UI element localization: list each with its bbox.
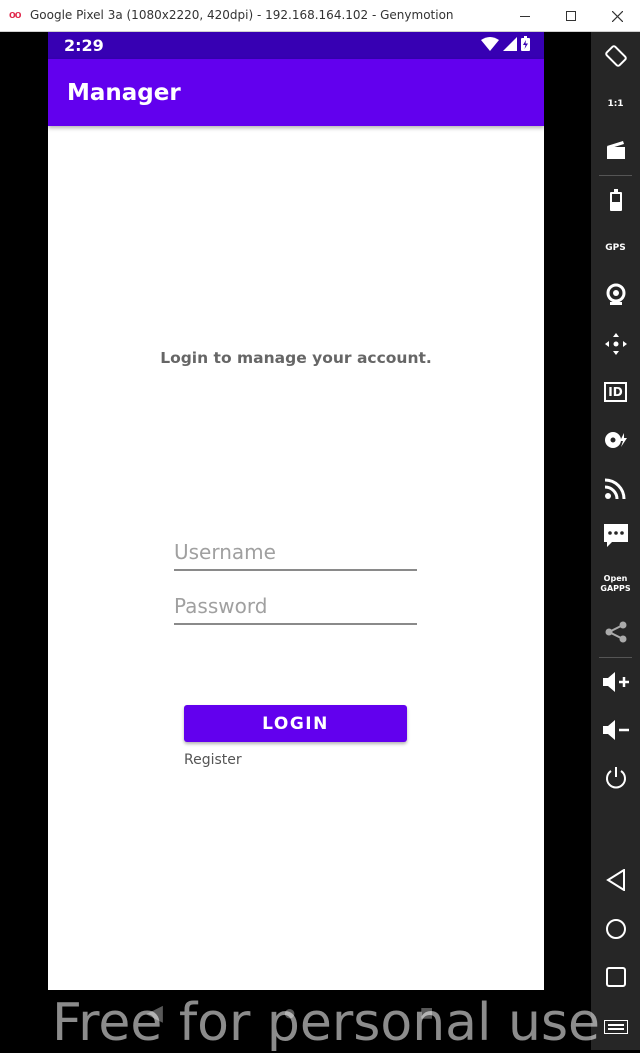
- menu-icon: [603, 1020, 628, 1034]
- status-time: 2:29: [64, 36, 104, 55]
- back-button[interactable]: [591, 860, 640, 900]
- minimize-icon: [520, 15, 530, 17]
- open-gapps-button[interactable]: Open GAPPS: [591, 564, 640, 604]
- pixel-perfect-icon: 1:1: [607, 99, 624, 109]
- toolbar-divider: [599, 657, 632, 658]
- register-link[interactable]: Register: [184, 752, 242, 768]
- cell-signal-icon: [503, 36, 517, 51]
- toolbar-divider: [599, 175, 632, 176]
- device-screen: 2:29 Manager Login to manage your accoun…: [48, 32, 544, 990]
- login-subtitle: Login to manage your account.: [160, 349, 432, 367]
- username-input[interactable]: [174, 535, 417, 569]
- password-input[interactable]: [174, 589, 417, 623]
- status-icons: [481, 36, 530, 51]
- capture-button[interactable]: [591, 130, 640, 170]
- disk-io-button[interactable]: [591, 420, 640, 460]
- volume-down-button[interactable]: [591, 710, 640, 750]
- volume-down-icon: [602, 720, 629, 740]
- sms-icon: [603, 524, 628, 547]
- recents-button[interactable]: [591, 957, 640, 997]
- network-icon: [604, 478, 625, 499]
- power-icon: [605, 767, 626, 789]
- genymotion-logo: oo: [9, 9, 21, 21]
- network-button[interactable]: [591, 468, 640, 508]
- wifi-icon: [481, 36, 499, 51]
- app-bar: Manager: [48, 59, 544, 126]
- capture-icon: [606, 141, 625, 159]
- password-field[interactable]: [174, 589, 417, 625]
- minimize-button[interactable]: [502, 2, 548, 30]
- share-button[interactable]: [591, 612, 640, 652]
- volume-up-icon: [602, 672, 629, 692]
- close-button[interactable]: [594, 2, 640, 30]
- window-title: Google Pixel 3a (1080x2220, 420dpi) - 19…: [30, 8, 454, 22]
- maximize-icon: [566, 11, 576, 21]
- pixel-perfect-button[interactable]: 1:1: [591, 84, 640, 124]
- maximize-button[interactable]: [548, 2, 594, 30]
- username-field[interactable]: [174, 535, 417, 571]
- close-icon: [611, 10, 623, 22]
- gps-icon: GPS: [605, 243, 626, 253]
- rotate-icon: [604, 45, 627, 67]
- window-titlebar: oo Google Pixel 3a (1080x2220, 420dpi) -…: [0, 0, 640, 32]
- camera-button[interactable]: [591, 274, 640, 314]
- recents-icon: [605, 967, 626, 987]
- battery-button[interactable]: [591, 180, 640, 220]
- login-button[interactable]: LOGIN: [184, 705, 407, 742]
- share-icon: [605, 621, 626, 643]
- home-button[interactable]: [591, 909, 640, 949]
- watermark-text: Free for personal use: [52, 993, 601, 1053]
- volume-up-button[interactable]: [591, 662, 640, 702]
- battery-icon: [609, 189, 622, 211]
- home-icon: [605, 919, 626, 939]
- open-gapps-icon: Open GAPPS: [600, 574, 631, 593]
- genymotion-toolbar: 1:1 GPS ID Open GAPPS: [591, 32, 640, 1050]
- disk-io-icon: [604, 432, 627, 448]
- emulator-window: oo Google Pixel 3a (1080x2220, 420dpi) -…: [0, 0, 640, 1053]
- identifiers-button[interactable]: ID: [591, 372, 640, 412]
- camera-icon: [606, 283, 625, 305]
- move-icon: [604, 333, 627, 355]
- sms-button[interactable]: [591, 516, 640, 556]
- battery-charging-icon: [521, 36, 530, 51]
- power-button[interactable]: [591, 758, 640, 798]
- move-button[interactable]: [591, 324, 640, 364]
- app-title: Manager: [67, 80, 181, 106]
- back-icon: [605, 869, 625, 891]
- identifiers-icon: ID: [604, 382, 627, 402]
- status-bar: 2:29: [48, 32, 544, 59]
- gps-button[interactable]: GPS: [591, 228, 640, 268]
- rotate-button[interactable]: [591, 36, 640, 76]
